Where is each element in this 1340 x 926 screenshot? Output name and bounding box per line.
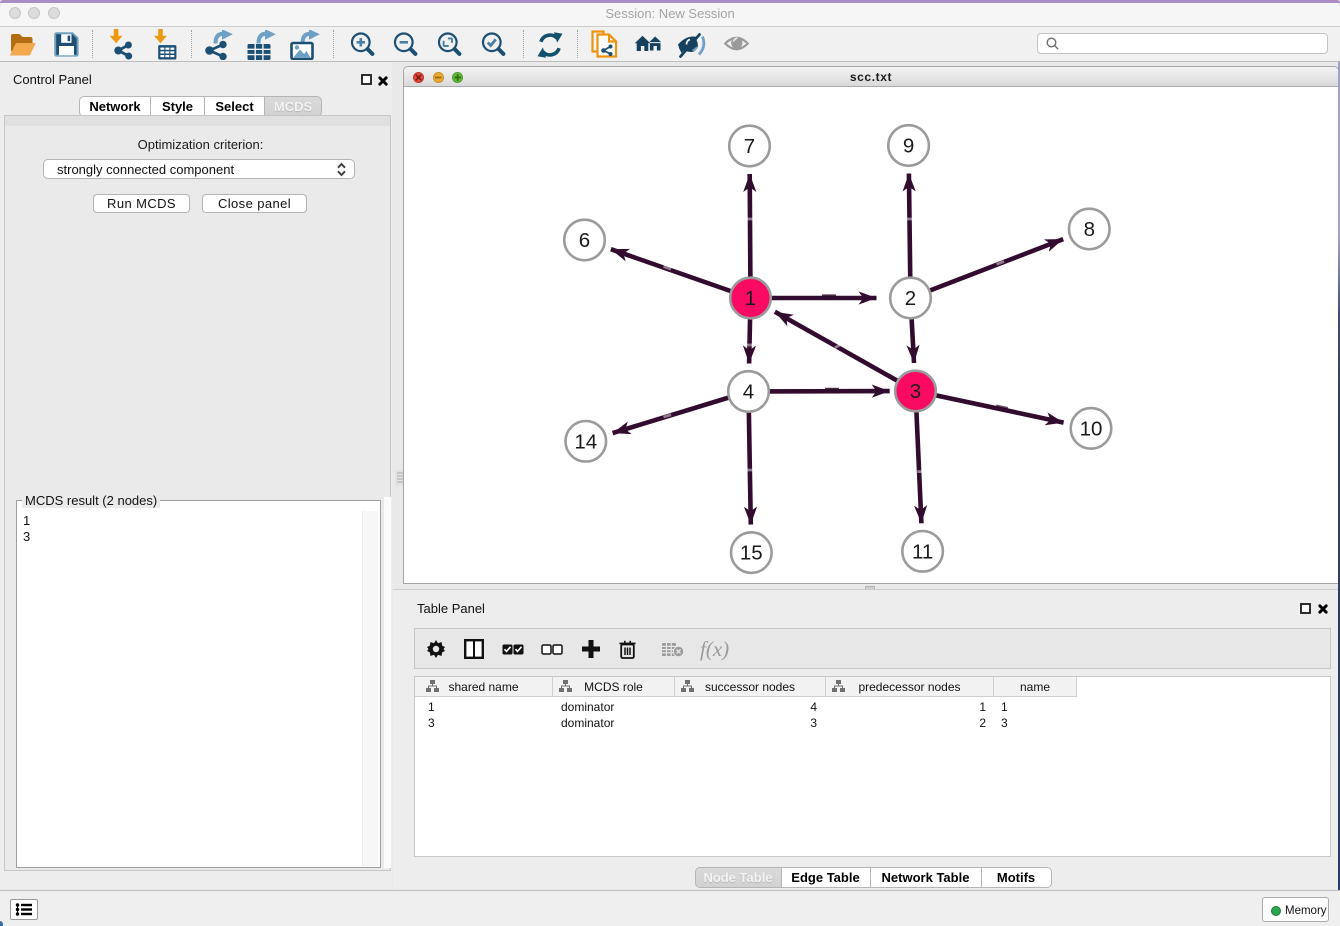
svg-text:6: 6 bbox=[579, 229, 590, 252]
svg-text:1: 1 bbox=[745, 287, 756, 310]
svg-text:15: 15 bbox=[740, 542, 763, 565]
svg-text:10: 10 bbox=[1080, 417, 1103, 440]
svg-text:4: 4 bbox=[743, 381, 754, 404]
svg-text:14: 14 bbox=[574, 430, 597, 453]
svg-text:8: 8 bbox=[1084, 218, 1095, 241]
svg-text:11: 11 bbox=[912, 540, 933, 563]
svg-text:9: 9 bbox=[903, 135, 914, 158]
svg-text:7: 7 bbox=[744, 135, 755, 158]
svg-text:2: 2 bbox=[905, 287, 916, 310]
svg-text:3: 3 bbox=[910, 380, 921, 403]
